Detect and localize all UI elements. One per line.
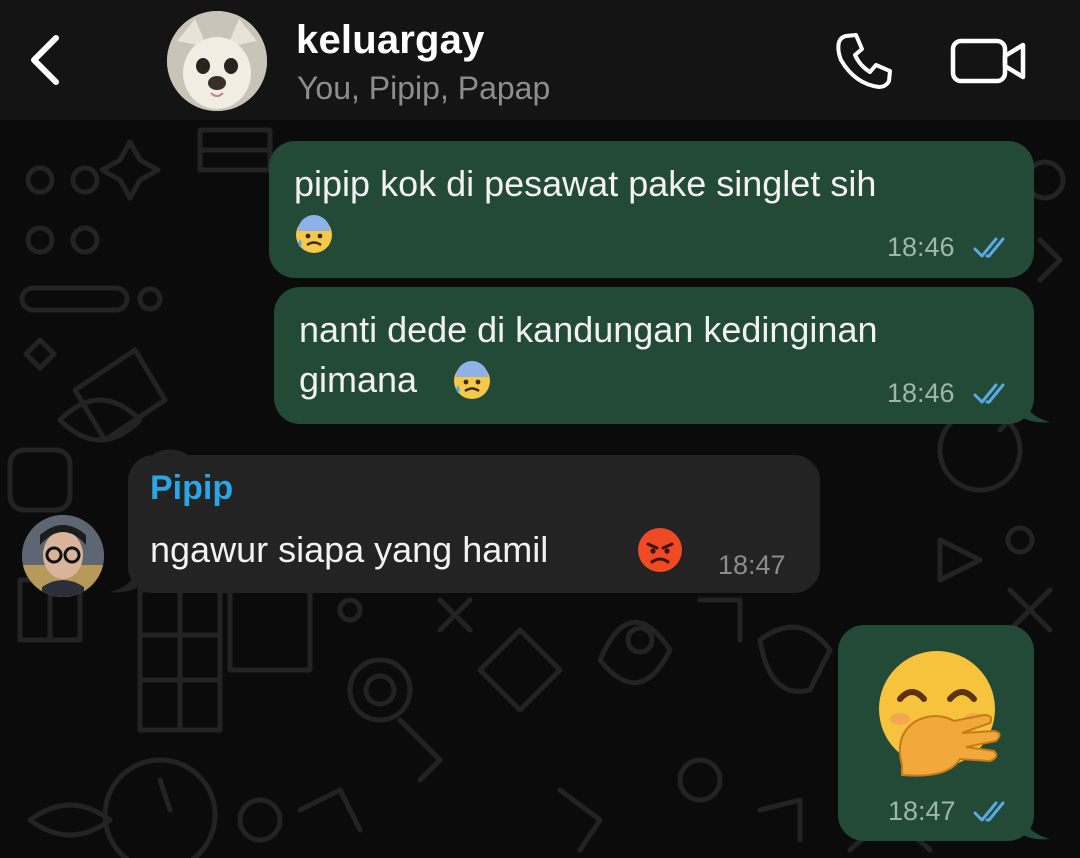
read-receipt-icon <box>973 237 1005 258</box>
bubble-tail <box>1020 811 1050 840</box>
message-time: 18:47 <box>888 796 956 826</box>
incoming-message[interactable]: Pipip ngawur siapa yang hamil 18:47 <box>128 455 820 593</box>
anxious-face-with-sweat-emoji-icon <box>296 215 332 253</box>
sender-avatar[interactable] <box>22 515 104 597</box>
bubble-tail <box>1020 394 1050 423</box>
chat-title[interactable]: keluargay <box>296 18 485 63</box>
anxious-face-with-sweat-emoji-icon <box>454 361 490 399</box>
message-time: 18:46 <box>887 378 955 408</box>
read-receipt-icon <box>973 383 1005 404</box>
outgoing-message[interactable]: pipip kok di pesawat pake singlet sih 18… <box>269 141 1034 278</box>
message-time: 18:46 <box>887 232 955 262</box>
message-text: pipip kok di pesawat pake singlet sih <box>294 163 877 204</box>
outgoing-message[interactable]: nanti dede di kandungan kedinginan giman… <box>274 287 1034 424</box>
phone-icon[interactable] <box>832 30 894 92</box>
outgoing-message[interactable]: 18:47 <box>838 625 1034 841</box>
sender-name[interactable]: Pipip <box>150 469 233 508</box>
group-avatar[interactable] <box>167 11 267 111</box>
face-with-hand-over-mouth-emoji-icon <box>879 651 1001 777</box>
message-text: nanti dede di kandungan kedinginan <box>299 309 878 350</box>
message-time: 18:47 <box>718 550 786 580</box>
read-receipt-icon <box>973 801 1005 822</box>
group-members[interactable]: You, Pipip, Papap <box>297 70 550 107</box>
sender-avatar-image <box>22 515 104 597</box>
message-text: ngawur siapa yang hamil <box>150 529 549 570</box>
chat-header: keluargay You, Pipip, Papap <box>0 0 1080 120</box>
chevron-left-icon[interactable] <box>22 30 70 90</box>
chihuahua-avatar-image <box>167 11 267 111</box>
video-camera-icon[interactable] <box>950 36 1028 86</box>
message-text: gimana <box>299 359 418 400</box>
pouting-face-emoji-icon <box>638 528 682 572</box>
